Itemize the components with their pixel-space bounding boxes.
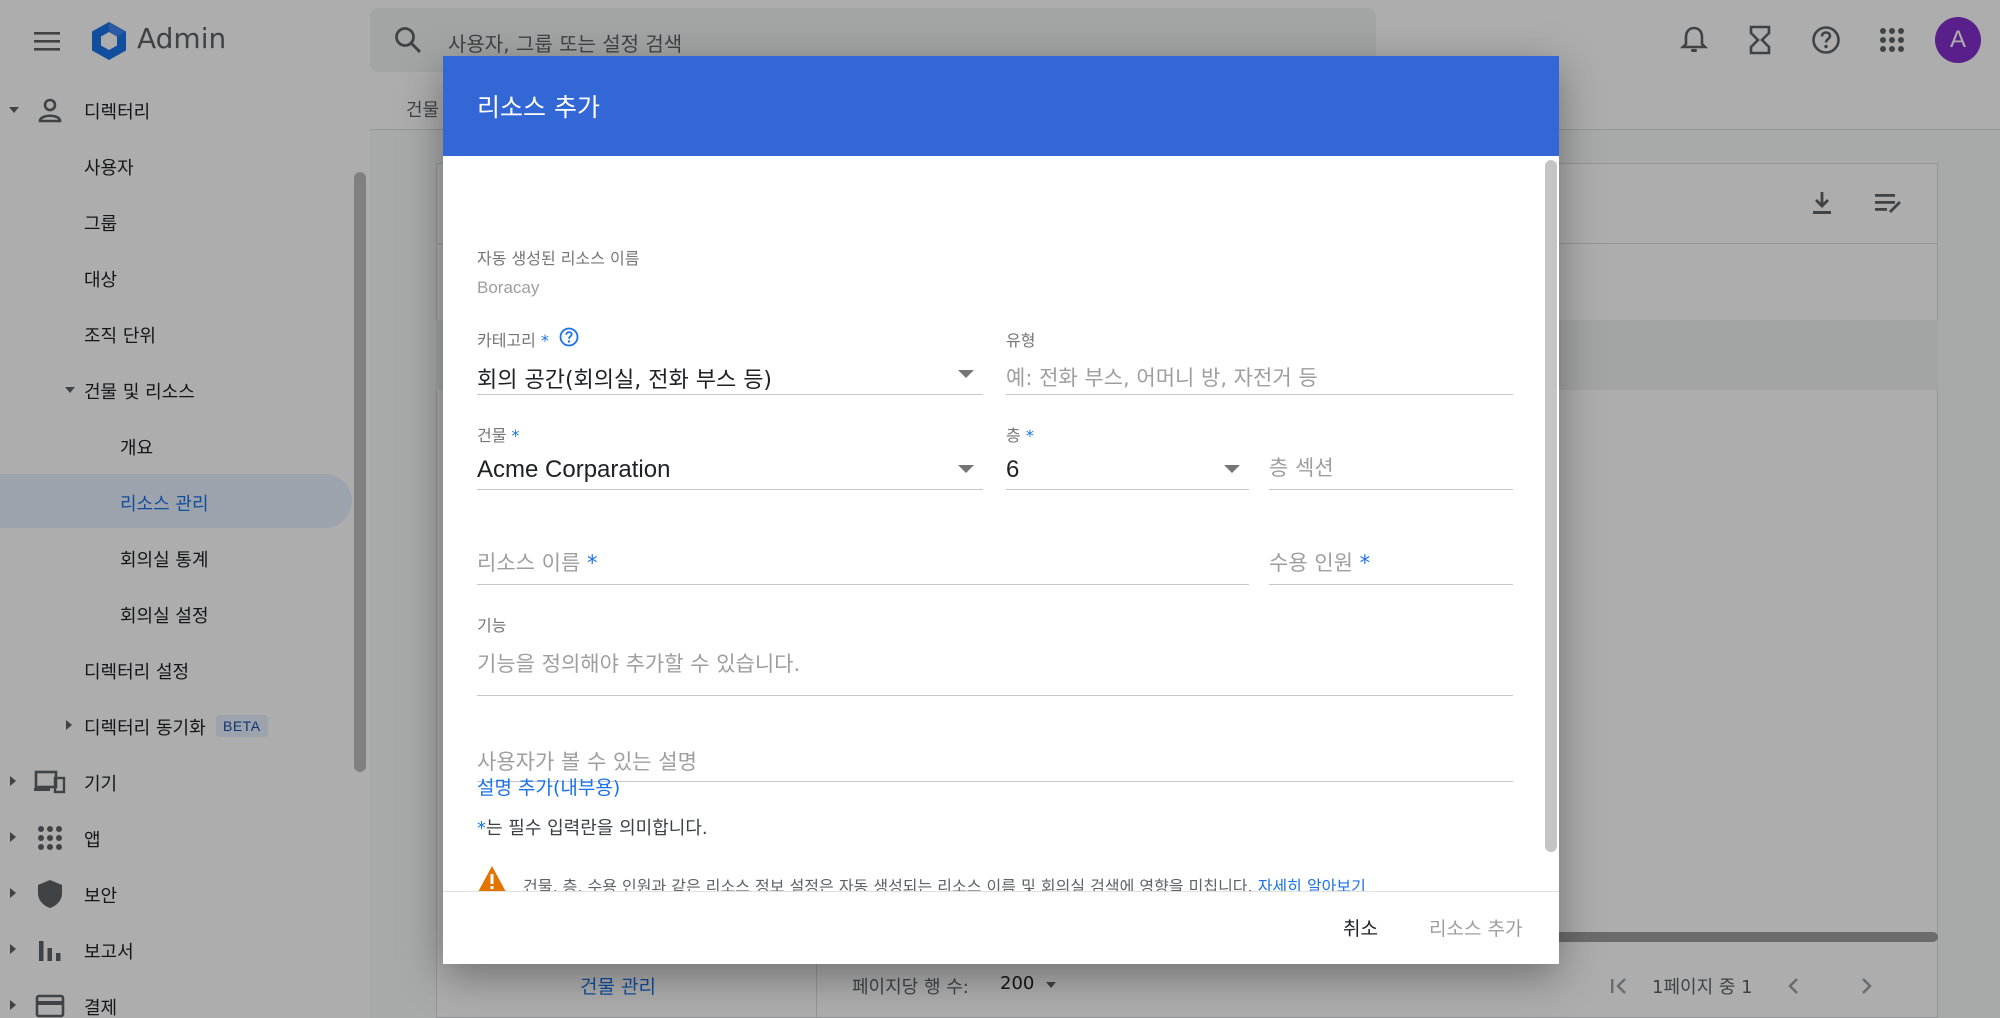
building-label: 건물 * xyxy=(477,422,520,446)
help-icon[interactable] xyxy=(559,327,579,347)
required-note: *는 필수 입력란을 의미합니다. xyxy=(477,814,708,840)
dialog-header: 리소스 추가 xyxy=(443,56,1559,156)
type-input[interactable]: 예: 전화 부스, 어머니 방, 자전거 등 xyxy=(1006,362,1318,392)
resource-name-underline xyxy=(477,584,1249,585)
auto-name-value: Boracay xyxy=(477,278,540,297)
floor-select[interactable]: 6 xyxy=(1006,456,1019,484)
cancel-button[interactable]: 취소 xyxy=(1343,914,1378,941)
add-resource-dialog: 리소스 추가 자동 생성된 리소스 이름 Boracay 카테고리 * 회의 공… xyxy=(443,56,1559,964)
warning-message: 건물, 층, 수용 인원과 같은 리소스 정보 설정은 자동 생성되는 리소스 … xyxy=(523,877,1253,891)
learn-more-link[interactable]: 자세히 알아보기 xyxy=(1258,877,1366,891)
category-underline xyxy=(477,394,983,395)
required-note-text: 는 필수 입력란을 의미합니다. xyxy=(486,818,708,839)
required-star: * xyxy=(540,331,549,350)
required-star: * xyxy=(1025,426,1034,445)
auto-name-label: 자동 생성된 리소스 이름 xyxy=(477,249,640,268)
resource-name-input[interactable]: 리소스 이름 * xyxy=(477,547,597,577)
required-star: * xyxy=(1359,551,1371,575)
floor-section-underline xyxy=(1269,489,1513,490)
building-label-text: 건물 xyxy=(477,426,507,445)
required-star: * xyxy=(477,818,486,839)
user-description-underline xyxy=(477,781,1513,782)
user-description-input[interactable]: 사용자가 볼 수 있는 설명 xyxy=(477,746,697,776)
category-select[interactable]: 회의 공간(회의실, 전화 부스 등) xyxy=(477,362,772,394)
category-label-text: 카테고리 xyxy=(477,331,536,350)
warning-text: 건물, 층, 수용 인원과 같은 리소스 정보 설정은 자동 생성되는 리소스 … xyxy=(523,873,1366,891)
dialog-body: 자동 생성된 리소스 이름 Boracay 카테고리 * 회의 공간(회의실, … xyxy=(443,156,1559,891)
resource-name-placeholder: 리소스 이름 xyxy=(477,551,581,575)
chevron-down-icon[interactable] xyxy=(958,370,974,378)
chevron-down-icon[interactable] xyxy=(958,465,974,473)
floor-underline xyxy=(1006,489,1249,490)
dialog-scrollbar[interactable] xyxy=(1545,160,1557,852)
add-internal-description-link[interactable]: 설명 추가(내부용) xyxy=(477,773,620,800)
type-underline xyxy=(1006,394,1513,395)
capacity-input[interactable]: 수용 인원 * xyxy=(1269,547,1370,577)
dialog-title: 리소스 추가 xyxy=(477,93,600,122)
category-label: 카테고리 * xyxy=(477,327,549,351)
features-label: 기능 xyxy=(477,616,507,635)
type-label: 유형 xyxy=(1006,331,1036,350)
capacity-placeholder: 수용 인원 xyxy=(1269,551,1353,575)
required-star: * xyxy=(586,551,598,575)
capacity-underline xyxy=(1269,584,1513,585)
building-underline xyxy=(477,489,983,490)
features-input[interactable]: 기능을 정의해야 추가할 수 있습니다. xyxy=(477,648,800,678)
floor-label-text: 층 xyxy=(1006,426,1021,445)
floor-section-input[interactable]: 층 섹션 xyxy=(1269,452,1334,482)
floor-label: 층 * xyxy=(1006,422,1034,446)
dialog-footer: 취소 리소스 추가 xyxy=(443,891,1559,964)
required-star: * xyxy=(511,426,520,445)
add-resource-button[interactable]: 리소스 추가 xyxy=(1429,914,1522,941)
chevron-down-icon[interactable] xyxy=(1224,465,1240,473)
building-select[interactable]: Acme Corparation xyxy=(477,456,670,484)
warning-icon xyxy=(477,865,507,891)
features-underline xyxy=(477,695,1513,696)
